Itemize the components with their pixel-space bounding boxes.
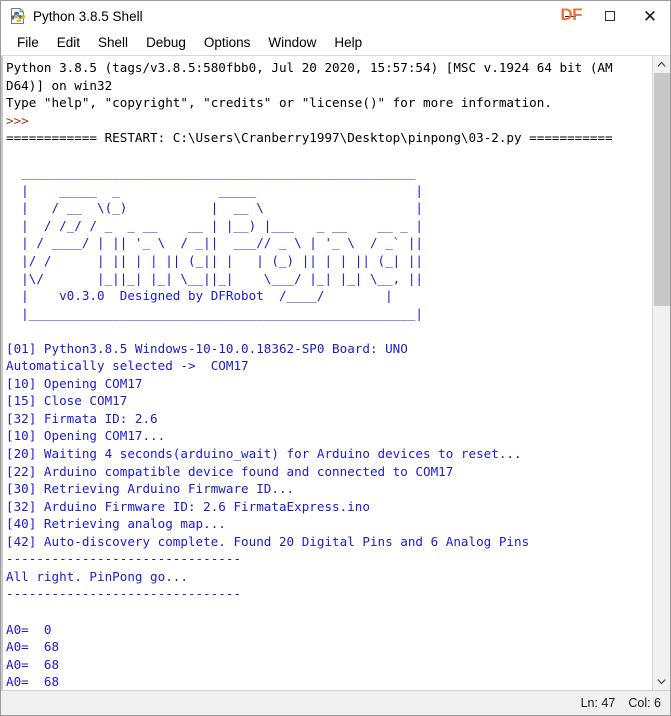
- console-line: | / /_/ / _ _ __ __ | |__) |___ _ __ __ …: [6, 217, 424, 233]
- console-line: A0= 68: [6, 656, 60, 672]
- idle-shell-window: Python 3.8.5 Shell DF ✕ File Edit Shell …: [0, 0, 671, 716]
- scroll-down-button[interactable]: [653, 673, 670, 690]
- df-brand-logo: DF: [560, 5, 582, 24]
- console-line: [01] Python3.8.5 Windows-10-10.0.18362-S…: [6, 340, 408, 356]
- title-bar: Python 3.8.5 Shell DF ✕: [1, 1, 670, 31]
- console-line: -------------------------------: [6, 551, 242, 567]
- console-line: [32] Firmata ID: 2.6: [6, 410, 158, 426]
- shell-body: Python 3.8.5 (tags/v3.8.5:580fbb0, Jul 2…: [1, 56, 670, 690]
- console-line: [22] Arduino compatible device found and…: [6, 463, 454, 479]
- console-line: |_______________________________________…: [6, 305, 424, 321]
- console-line: ________________________________________…: [6, 165, 416, 181]
- close-icon: ✕: [642, 6, 658, 26]
- console-line: [20] Waiting 4 seconds(arduino_wait) for…: [6, 446, 522, 462]
- console-line: |\/ |_||_| |_| \__||_| \___/ |_| |_| \__…: [6, 270, 424, 286]
- console-line: >>>: [6, 112, 29, 128]
- vertical-scrollbar[interactable]: [652, 56, 670, 690]
- window-title: Python 3.8.5 Shell: [33, 8, 143, 24]
- scroll-up-button[interactable]: [653, 56, 670, 73]
- scrollbar-track[interactable]: [653, 73, 670, 673]
- scrollbar-thumb[interactable]: [654, 73, 670, 306]
- menu-item-window[interactable]: Window: [259, 33, 325, 53]
- chevron-down-icon: [657, 679, 666, 685]
- maximize-icon: [605, 11, 615, 21]
- shell-text-area[interactable]: Python 3.8.5 (tags/v3.8.5:580fbb0, Jul 2…: [1, 56, 652, 690]
- menu-item-shell[interactable]: Shell: [89, 33, 137, 53]
- console-line: Type "help", "copyright", "credits" or "…: [6, 95, 552, 111]
- console-line: | / __ \(_) | __ \ |: [6, 200, 424, 216]
- python-file-icon: [10, 7, 26, 24]
- close-button[interactable]: ✕: [630, 1, 670, 31]
- console-line: A0= 0: [6, 621, 52, 637]
- console-line: [15] Close COM17: [6, 393, 128, 409]
- console-line: | v0.3.0 Designed by DFRobot /____/ |: [6, 288, 393, 304]
- console-line: | _____ _ _____ |: [6, 182, 424, 198]
- console-line: A0= 68: [6, 639, 60, 655]
- menu-bar: File Edit Shell Debug Options Window Hel…: [1, 31, 670, 56]
- console-line: [42] Auto-discovery complete. Found 20 D…: [6, 533, 530, 549]
- maximize-button[interactable]: [590, 1, 630, 31]
- menu-item-edit[interactable]: Edit: [48, 33, 89, 53]
- menu-item-options[interactable]: Options: [195, 33, 260, 53]
- menu-item-file[interactable]: File: [8, 33, 48, 53]
- console-output: Python 3.8.5 (tags/v3.8.5:580fbb0, Jul 2…: [3, 56, 652, 690]
- console-line: |/ / | || | | || (_|| | | (_) || | | || …: [6, 253, 424, 269]
- console-line: Automatically selected -> COM17: [6, 358, 249, 374]
- console-line: [10] Opening COM17...: [6, 428, 166, 444]
- status-line-indicator: Ln: 47: [580, 696, 616, 710]
- status-col-indicator: Col: 6: [628, 696, 661, 710]
- menu-item-help[interactable]: Help: [325, 33, 371, 53]
- console-line: [30] Retrieving Arduino Firmware ID...: [6, 481, 295, 497]
- console-line: D64)] on win32: [6, 77, 113, 93]
- menu-item-debug[interactable]: Debug: [137, 33, 195, 53]
- status-bar: Ln: 47 Col: 6: [1, 690, 670, 715]
- console-line: [32] Arduino Firmware ID: 2.6 FirmataExp…: [6, 498, 370, 514]
- console-line: ============ RESTART: C:\Users\Cranberry…: [6, 130, 613, 146]
- console-line: All right. PinPong go...: [6, 568, 188, 584]
- console-line: A0= 68: [6, 674, 60, 690]
- console-line: Python 3.8.5 (tags/v3.8.5:580fbb0, Jul 2…: [6, 60, 613, 75]
- console-line: [40] Retrieving analog map...: [6, 516, 226, 532]
- console-line: [10] Opening COM17: [6, 375, 143, 391]
- window-controls: DF ✕: [550, 1, 670, 31]
- chevron-up-icon: [657, 61, 666, 67]
- console-line: -------------------------------: [6, 586, 242, 602]
- console-line: | / ____/ | || '_ \ / _|| ___// _ \ | '_…: [6, 235, 424, 251]
